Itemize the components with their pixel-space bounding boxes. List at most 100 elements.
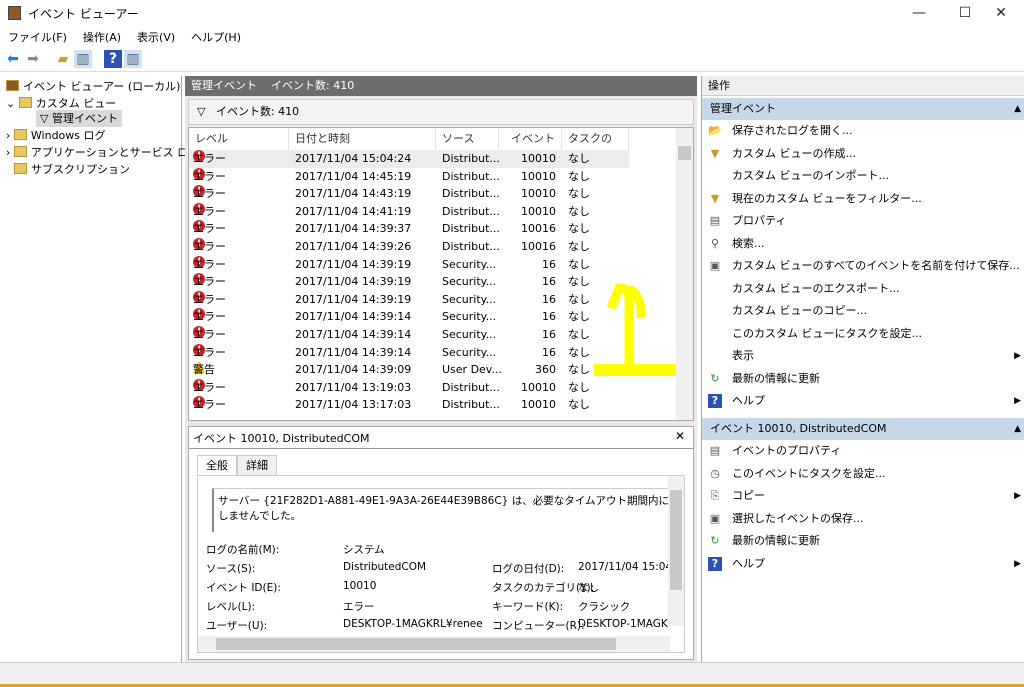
task-category: なし [568,345,590,359]
event-row[interactable]: 警告 2017/11/04 14:39:09 User Dev... 360 な… [189,361,629,379]
action-item[interactable]: ? ヘルプ ▶ [702,390,1024,412]
source: Security... [442,292,497,306]
action-item[interactable]: ▣ カスタム ビューのすべてのイベントを名前を付けて保存... [702,255,1024,277]
task-category: なし [568,275,590,289]
event-row[interactable]: ! エラー 2017/11/04 14:39:14 Security... 16 … [189,343,629,362]
submenu-arrow-icon: ▶ [1014,558,1021,569]
action-item[interactable]: ▤ プロパティ [702,210,1024,232]
close-button[interactable]: ✕ [978,0,1024,26]
scroll-thumb[interactable] [670,490,682,590]
detail-vertical-scrollbar[interactable] [668,476,684,626]
section-event-detail[interactable]: イベント 10010, DistributedCOM ▲ [702,418,1024,440]
event-row[interactable]: ! エラー 2017/11/04 14:39:19 Security... 16 … [189,273,629,291]
tab-general[interactable]: 全般 [197,455,237,475]
tree-root[interactable]: イベント ビューアー (ローカル) [6,78,180,95]
menu-view[interactable]: 表示(V) [129,26,183,48]
action-item[interactable]: ◷ このイベントにタスクを設定... [702,463,1024,485]
source: Security... [442,328,497,341]
field-label: キーワード(K): [492,601,564,613]
event-row[interactable]: ! エラー 2017/11/04 13:17:03 Distribut... 10… [189,396,629,414]
action-item[interactable]: ↻ 最新の情報に更新 [702,530,1024,552]
divider [189,448,693,449]
chevron-down-icon[interactable]: ⌄ [6,97,19,110]
action-item[interactable]: このカスタム ビューにタスクを設定... [702,323,1024,345]
message-line: サーバー {21F282D1-A881-49E1-9A3A-26E44E39B8… [218,495,672,507]
source: Distribut... [442,204,500,218]
show-hide-tree-icon[interactable]: ▥ [74,50,92,68]
close-detail-icon[interactable]: ✕ [675,429,685,443]
event-row[interactable]: ! エラー 2017/11/04 14:39:19 Security... 16 … [189,255,629,274]
chevron-right-icon[interactable]: › [6,129,14,142]
action-item[interactable]: カスタム ビューのコピー... [702,300,1024,322]
up-folder-icon[interactable]: ▰ [54,50,72,68]
event-id: 16 [542,310,556,324]
column-source[interactable]: ソース [436,128,499,150]
action-item[interactable]: ▣ 選択したイベントの保存... [702,508,1024,530]
source: Distribut... [442,398,500,412]
menu-help[interactable]: ヘルプ(H) [183,26,249,48]
menu-file[interactable]: ファイル(F) [0,26,75,48]
column-task-category[interactable]: タスクのカ... [562,128,629,167]
event-row[interactable]: ! エラー 2017/11/04 15:04:24 Distribut... 10… [189,150,629,168]
action-label: カスタム ビューのすべてのイベントを名前を付けて保存... [732,259,1020,272]
action-item[interactable]: ? ヘルプ ▶ [702,553,1024,575]
task-category: なし [568,204,590,218]
forward-icon[interactable]: ➡ [24,50,42,68]
action-item[interactable]: 表示 ▶ [702,345,1024,367]
submenu-arrow-icon: ▶ [1014,491,1021,501]
action-item[interactable]: ▤ イベントのプロパティ [702,440,1024,462]
field-value: クラシック [578,601,631,613]
actions-title: 操作 [702,76,1024,96]
action-item[interactable]: ▼ カスタム ビューの作成... [702,143,1024,165]
chevron-right-icon[interactable]: › [6,146,14,159]
field-value: DESKTOP-1MAGKRL¥renee [343,618,483,630]
action-item[interactable]: ↻ 最新の情報に更新 [702,368,1024,390]
event-row[interactable]: ! エラー 2017/11/04 14:39:26 Distribut... 10… [189,238,629,256]
section-title: 管理イベント [710,102,776,115]
action-item[interactable]: カスタム ビューのエクスポート... [702,278,1024,300]
detail-horizontal-scrollbar[interactable] [198,636,670,652]
event-row[interactable]: ! エラー 2017/11/04 14:39:19 Security... 16 … [189,290,629,309]
help-icon[interactable]: ? [104,50,122,68]
action-item[interactable]: ⎘ コピー ▶ [702,485,1024,507]
scroll-thumb[interactable] [678,146,691,160]
event-row[interactable]: ! エラー 2017/11/04 13:19:03 Distribut... 10… [189,378,629,397]
action-label: カスタム ビューのコピー... [732,304,867,317]
action-item[interactable]: カスタム ビューのインポート... [702,165,1024,187]
action-label: コピー [732,489,765,502]
tab-details[interactable]: 詳細 [237,455,277,475]
tree-app-service-logs[interactable]: › アプリケーションとサービス ログ [6,144,199,161]
action-item[interactable]: 📂 保存されたログを開く... [702,120,1024,142]
event-id: 16 [542,345,556,359]
event-message: サーバー {21F282D1-A881-49E1-9A3A-26E44E39B8… [212,488,672,532]
vertical-scrollbar[interactable] [676,128,693,420]
section-admin-events[interactable]: 管理イベント ▲ [702,98,1024,120]
task-category: なし [568,292,590,306]
event-row[interactable]: ! エラー 2017/11/04 14:39:37 Distribut... 10… [189,220,629,238]
collapse-icon[interactable]: ▲ [1014,418,1021,440]
tree-windows-logs[interactable]: › Windows ログ [6,127,106,144]
tree-admin-events[interactable]: ▽ 管理イベント [36,110,122,127]
status-bar [0,662,1024,687]
column-datetime[interactable]: 日付と時刻 [289,128,436,150]
action-item[interactable]: ▼ 現在のカスタム ビューをフィルター... [702,188,1024,210]
minimize-button[interactable]: — [896,0,942,26]
event-row[interactable]: ! エラー 2017/11/04 14:39:14 Security... 16 … [189,308,629,326]
scroll-thumb[interactable] [216,638,616,650]
task-category: なし [568,398,590,412]
source: Distribut... [442,222,500,236]
tree-subscriptions[interactable]: サブスクリプション [14,161,130,178]
event-row[interactable]: ! エラー 2017/11/04 14:41:19 Distribut... 10… [189,202,629,221]
menu-action[interactable]: 操作(A) [75,26,129,48]
event-row[interactable]: ! エラー 2017/11/04 14:39:14 Security... 16 … [189,326,629,344]
submenu-arrow-icon: ▶ [1014,351,1021,361]
event-row[interactable]: ! エラー 2017/11/04 14:45:19 Distribut... 10… [189,167,629,186]
action-item[interactable]: ⚲ 検索... [702,233,1024,255]
event-row[interactable]: ! エラー 2017/11/04 14:43:19 Distribut... 10… [189,185,629,203]
show-hide-action-icon[interactable]: ▥ [124,50,142,68]
column-event-id[interactable]: イベント ID [499,128,562,167]
collapse-icon[interactable]: ▲ [1014,98,1021,120]
back-icon[interactable]: ⬅ [4,50,22,68]
column-level[interactable]: レベル [189,128,289,150]
filter-icon: ▽ [40,112,52,125]
